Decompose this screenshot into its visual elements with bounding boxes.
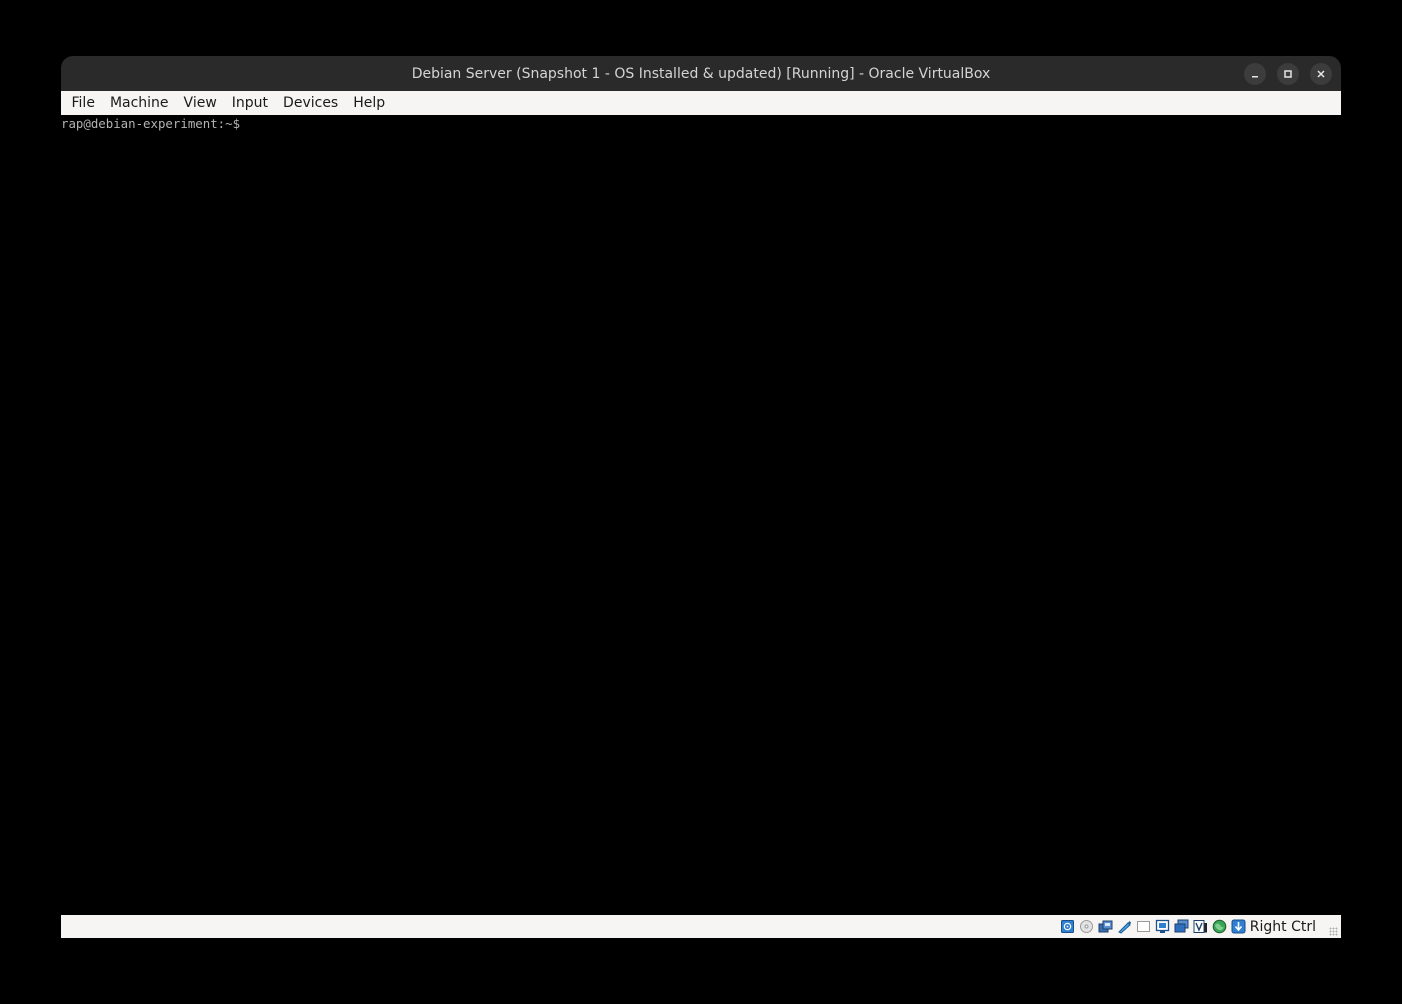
resize-grip-icon[interactable] (1329, 927, 1338, 936)
menu-view[interactable]: View (176, 91, 224, 115)
usb-icon[interactable] (1136, 919, 1151, 934)
menu-input[interactable]: Input (224, 91, 275, 115)
host-key-label[interactable]: Right Ctrl (1250, 919, 1316, 935)
virtualbox-window: Debian Server (Snapshot 1 - OS Installed… (61, 56, 1341, 938)
window-controls (1244, 63, 1332, 85)
close-icon (1317, 70, 1325, 78)
terminal-prompt: rap@debian-experiment:~$ (61, 116, 241, 131)
shared-folders-icon[interactable] (1155, 919, 1170, 934)
maximize-icon (1284, 70, 1292, 78)
status-bar: Right Ctrl (61, 915, 1341, 938)
minimize-icon (1252, 76, 1258, 78)
menu-file[interactable]: File (64, 91, 102, 115)
minimize-button[interactable] (1244, 63, 1266, 85)
menu-machine[interactable]: Machine (102, 91, 176, 115)
window-title: Debian Server (Snapshot 1 - OS Installed… (411, 65, 991, 82)
vm-display[interactable]: rap@debian-experiment:~$ (61, 115, 1341, 915)
optical-drive-icon[interactable] (1079, 919, 1094, 934)
maximize-button[interactable] (1277, 63, 1299, 85)
menu-devices[interactable]: Devices (276, 91, 346, 115)
video-capture-icon[interactable] (1193, 919, 1208, 934)
mouse-integration-icon[interactable] (1231, 919, 1246, 934)
audio-icon[interactable] (1098, 919, 1113, 934)
title-bar[interactable]: Debian Server (Snapshot 1 - OS Installed… (61, 56, 1341, 91)
display-icon[interactable] (1174, 919, 1189, 934)
hard-disk-icon[interactable] (1060, 919, 1075, 934)
menu-bar: File Machine View Input Devices Help (61, 91, 1341, 115)
close-button[interactable] (1310, 63, 1332, 85)
cpu-virtualization-icon[interactable] (1212, 919, 1227, 934)
network-icon[interactable] (1117, 919, 1132, 934)
menu-help[interactable]: Help (346, 91, 393, 115)
